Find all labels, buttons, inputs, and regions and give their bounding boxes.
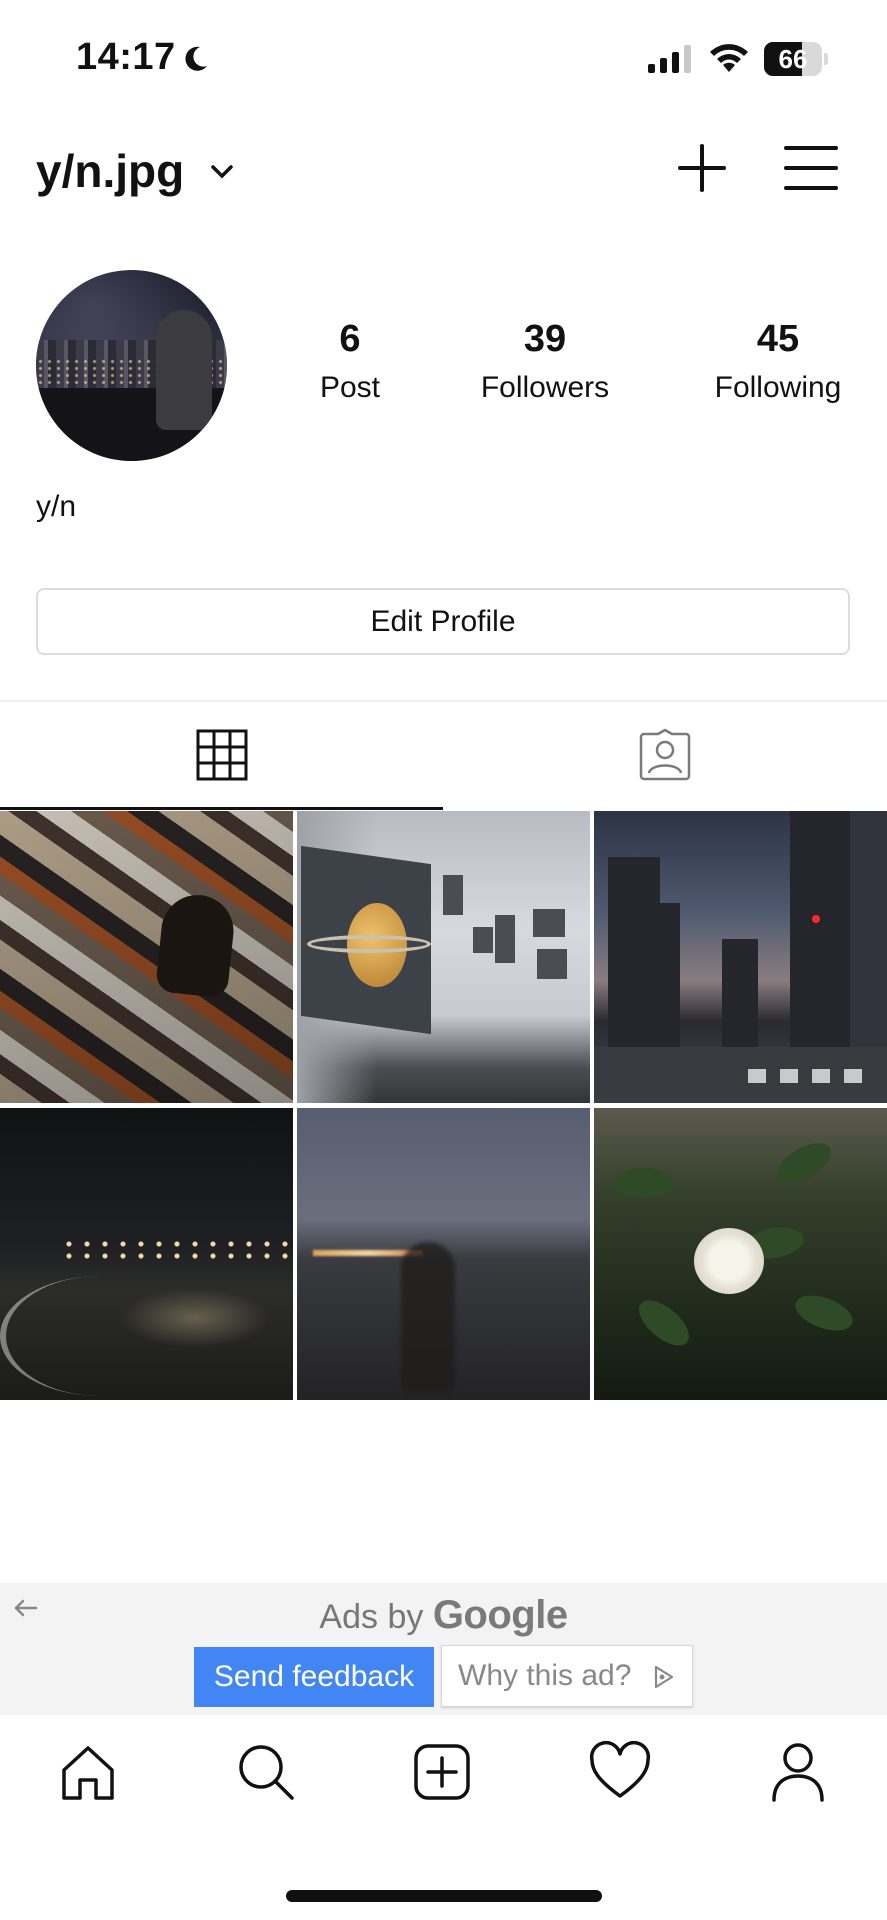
create-post-icon[interactable] [410, 1740, 474, 1804]
bottom-tab-bar [0, 1716, 887, 1836]
search-icon[interactable] [234, 1740, 298, 1804]
stat-following[interactable]: 45 Following [698, 318, 858, 405]
chevron-down-icon[interactable] [208, 160, 236, 184]
profile-icon[interactable] [766, 1740, 830, 1804]
cellular-signal-icon [648, 45, 691, 73]
battery-percent: 66 [778, 44, 808, 74]
active-tab-indicator [0, 807, 443, 810]
hamburger-menu-icon[interactable] [782, 142, 840, 194]
tab-posts-grid[interactable] [0, 702, 443, 810]
ads-by-google: Ads by Google [319, 1593, 568, 1637]
google-wordmark: Google [432, 1593, 568, 1637]
profile-tabs [0, 702, 887, 810]
post-thumbnail[interactable] [594, 1108, 887, 1400]
plus-icon[interactable] [676, 142, 728, 194]
edit-profile-button[interactable]: Edit Profile [36, 588, 850, 655]
wifi-icon [710, 44, 748, 72]
stat-posts[interactable]: 6 Post [290, 318, 410, 405]
post-thumbnail[interactable] [0, 811, 293, 1103]
username-switcher[interactable]: y/n.jpg [36, 144, 184, 198]
ad-choices-icon [654, 1665, 674, 1689]
heart-icon[interactable] [588, 1740, 652, 1804]
post-thumbnail[interactable] [297, 1108, 590, 1400]
profile-stats: 6 Post 39 Followers 45 Following [0, 318, 887, 418]
battery-indicator: 66 [764, 42, 828, 76]
ad-banner: Ads by Google Send feedback Why this ad? [0, 1583, 887, 1715]
tagged-person-icon [639, 728, 690, 781]
display-name: y/n [36, 490, 77, 523]
posts-grid [0, 811, 887, 1401]
moon-icon [185, 46, 207, 71]
profile-header: y/n.jpg [0, 130, 887, 214]
tab-tagged[interactable] [443, 702, 886, 810]
send-feedback-button[interactable]: Send feedback [194, 1647, 434, 1707]
home-icon[interactable] [56, 1740, 120, 1804]
post-thumbnail[interactable] [0, 1108, 293, 1400]
post-thumbnail[interactable] [297, 811, 590, 1103]
post-thumbnail[interactable] [594, 811, 887, 1103]
status-time: 14:17 [76, 36, 176, 78]
stat-followers[interactable]: 39 Followers [465, 318, 625, 405]
why-this-ad-button[interactable]: Why this ad? [441, 1645, 693, 1707]
grid-icon [196, 729, 247, 781]
home-indicator [286, 1890, 602, 1902]
status-bar: 14:17 66 [0, 0, 887, 120]
